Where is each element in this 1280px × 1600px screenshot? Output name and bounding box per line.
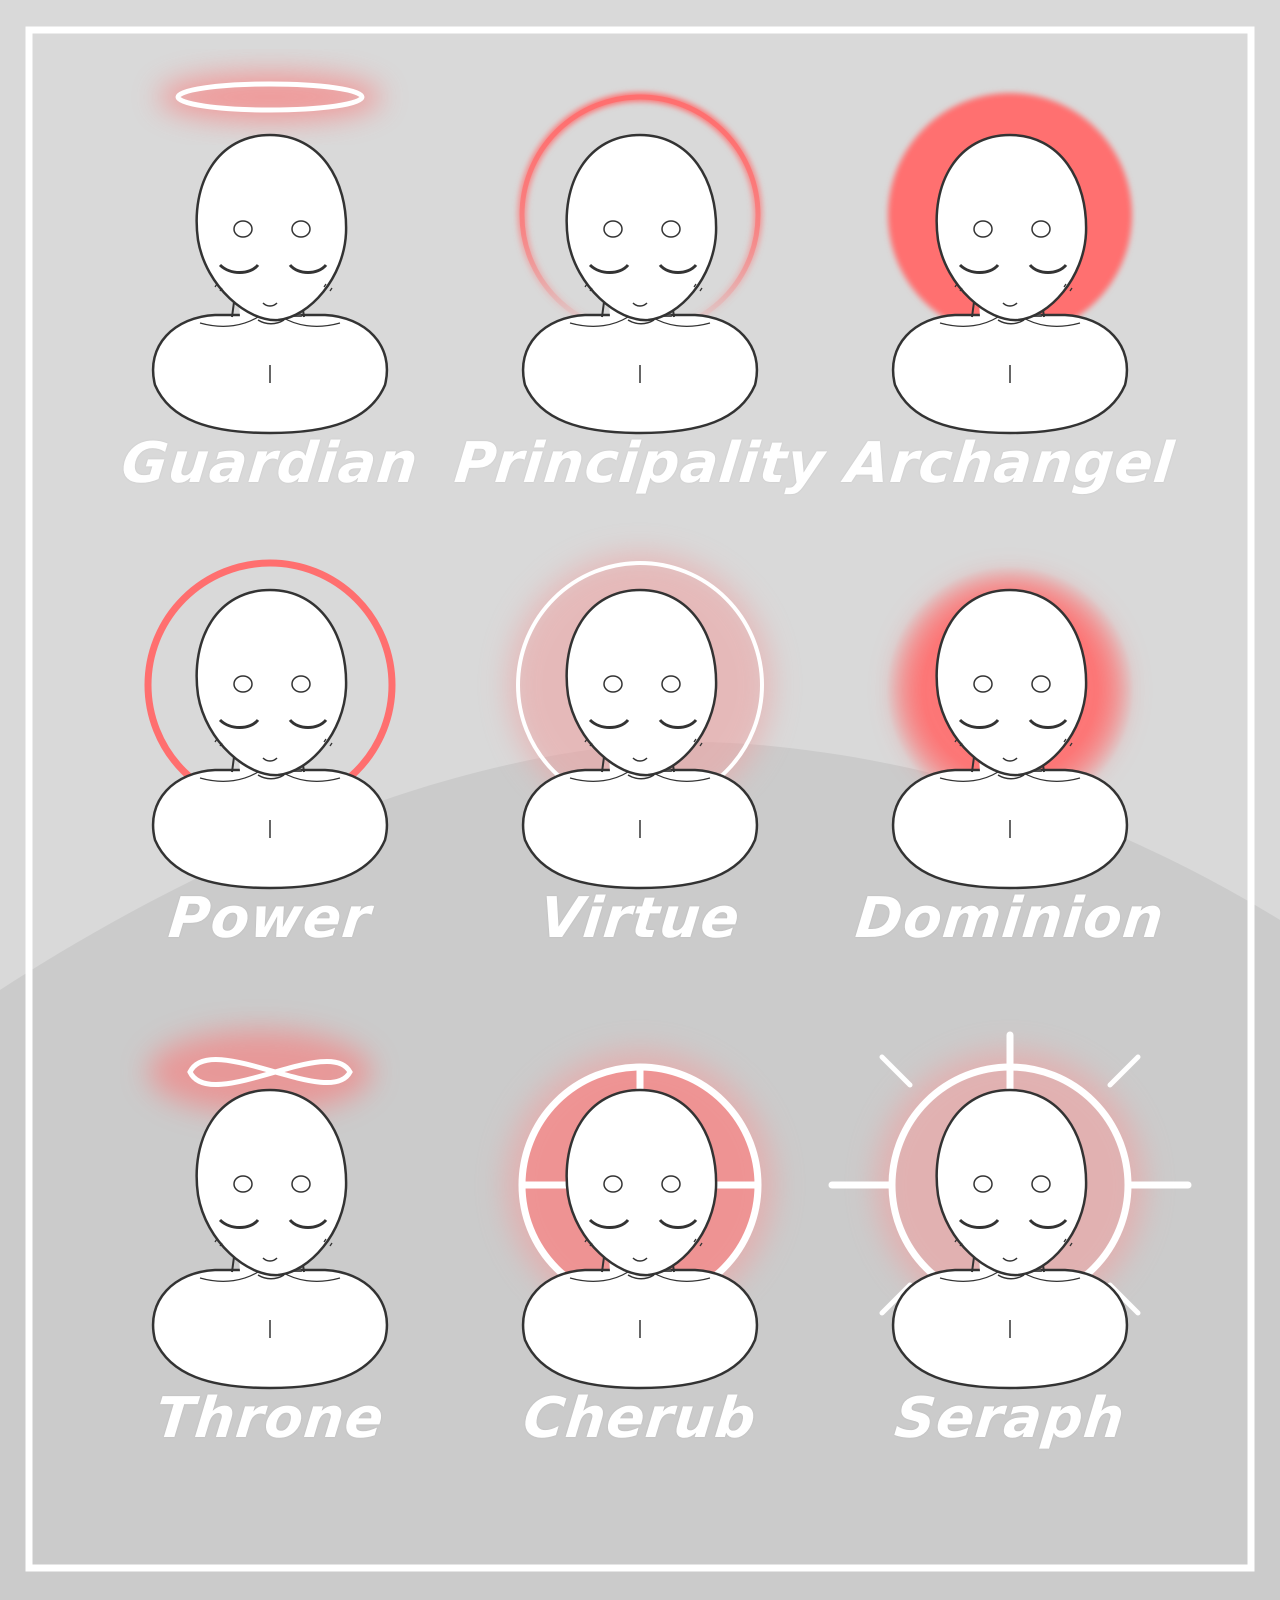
- bust-figure: [151, 133, 389, 435]
- halo-label: Virtue: [536, 886, 744, 951]
- halo-card-power: Power: [70, 510, 470, 980]
- halo-label: Seraph: [891, 1386, 1129, 1451]
- halo-card-cherub: Cherub: [440, 1010, 840, 1480]
- bust-figure: [151, 1088, 389, 1390]
- halo-label: Throne: [152, 1386, 388, 1451]
- bust-figure: [151, 588, 389, 890]
- halo-label: Cherub: [520, 1386, 760, 1451]
- halo-label: Power: [165, 886, 375, 951]
- halo-card-throne: Throne: [70, 1010, 470, 1480]
- halo-label: Dominion: [852, 886, 1168, 951]
- halo-card-principality: Principality: [440, 55, 840, 525]
- halo-sheet: Guardian Principality Archangel Power Vi…: [0, 0, 1280, 1600]
- bust-figure: [521, 133, 759, 435]
- halo-card-archangel: Archangel: [810, 55, 1210, 525]
- halo-label: Archangel: [842, 431, 1178, 496]
- halo-card-virtue: Virtue: [440, 510, 840, 980]
- halo-card-dominion: Dominion: [810, 510, 1210, 980]
- halo-card-seraph: Seraph: [810, 1010, 1210, 1480]
- halo-label: Guardian: [118, 431, 422, 496]
- halo-label: Principality: [451, 431, 829, 496]
- halo-card-guardian: Guardian: [70, 55, 470, 525]
- halo-shape: [158, 73, 382, 121]
